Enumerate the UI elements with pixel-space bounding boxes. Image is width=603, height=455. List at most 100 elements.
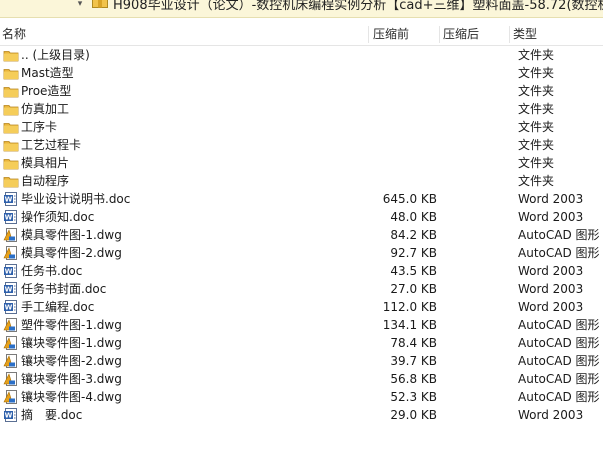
file-size: 645.0 KB [382, 192, 437, 206]
file-type: 文件夹 [518, 138, 555, 152]
word-doc-icon: W [3, 191, 19, 207]
file-list: .. (上级目录) 文件夹 Mast造型 文件夹 Proe造型 文件夹 仿真加工 文件夹 工序卡… [0, 46, 603, 424]
file-list-row[interactable]: W 毕业设计说明书.doc 645.0 KB Word 2003 [0, 190, 603, 208]
file-list-row[interactable]: W 任务书封面.doc 27.0 KB Word 2003 [0, 280, 603, 298]
autocad-dwg-icon [3, 335, 19, 351]
file-list-row[interactable]: 工序卡 文件夹 [0, 118, 603, 136]
folder-icon [3, 101, 19, 117]
file-name: 工序卡 [21, 120, 58, 134]
file-name: 摘 要.doc [21, 408, 83, 422]
file-type: Word 2003 [518, 300, 584, 314]
word-doc-icon: W [3, 407, 19, 423]
file-name: 模具零件图-1.dwg [21, 228, 122, 242]
file-list-row[interactable]: Proe造型 文件夹 [0, 82, 603, 100]
file-type: AutoCAD 图形 [518, 372, 600, 386]
file-name: 镶块零件图-4.dwg [21, 390, 122, 404]
file-name: 工艺过程卡 [21, 138, 82, 152]
file-name: 镶块零件图-2.dwg [21, 354, 122, 368]
folder-icon [3, 155, 19, 171]
file-name: 镶块零件图-3.dwg [21, 372, 122, 386]
file-name: 塑件零件图-1.dwg [21, 318, 122, 332]
file-list-row[interactable]: Mast造型 文件夹 [0, 64, 603, 82]
file-list-row[interactable]: .. (上级目录) 文件夹 [0, 46, 603, 64]
file-name: 模具相片 [21, 156, 70, 170]
file-size: 48.0 KB [390, 210, 437, 224]
file-type: 文件夹 [518, 156, 555, 170]
file-type: AutoCAD 图形 [518, 390, 600, 404]
column-divider[interactable] [368, 26, 369, 43]
file-size: 112.0 KB [382, 300, 437, 314]
file-list-row[interactable]: 镶块零件图-2.dwg 39.7 KB AutoCAD 图形 [0, 352, 603, 370]
file-type: Word 2003 [518, 282, 584, 296]
file-size: 29.0 KB [390, 408, 437, 422]
file-list-row[interactable]: 镶块零件图-4.dwg 52.3 KB AutoCAD 图形 [0, 388, 603, 406]
svg-text:W: W [5, 412, 13, 420]
autocad-dwg-icon [3, 389, 19, 405]
file-type: 文件夹 [518, 84, 555, 98]
column-header-compressed[interactable]: 压缩前 [371, 24, 439, 45]
word-doc-icon: W [3, 281, 19, 297]
file-type: AutoCAD 图形 [518, 228, 600, 242]
file-size: 39.7 KB [390, 354, 437, 368]
dropdown-arrow-icon[interactable]: ▾ [74, 0, 86, 10]
column-divider[interactable] [439, 26, 440, 43]
file-list-row[interactable]: 仿真加工 文件夹 [0, 100, 603, 118]
file-list-row[interactable]: 模具相片 文件夹 [0, 154, 603, 172]
file-size: 27.0 KB [390, 282, 437, 296]
archive-icon [92, 0, 108, 8]
folder-icon [3, 47, 19, 63]
folder-icon [3, 119, 19, 135]
folder-icon [3, 137, 19, 153]
word-doc-icon: W [3, 299, 19, 315]
title-bar: ▾ H908毕业设计（论文）-数控机床编程实例分析【cad+三维】塑料面盖-58… [0, 0, 603, 18]
folder-icon [3, 65, 19, 81]
file-type: 文件夹 [518, 120, 555, 134]
file-list-row[interactable]: 工艺过程卡 文件夹 [0, 136, 603, 154]
file-name: 仿真加工 [21, 102, 70, 116]
file-type: 文件夹 [518, 48, 555, 62]
file-list-row[interactable]: 镶块零件图-3.dwg 56.8 KB AutoCAD 图形 [0, 370, 603, 388]
word-doc-icon: W [3, 263, 19, 279]
column-header-uncompressed[interactable]: 压缩后 [441, 24, 509, 45]
file-list-row[interactable]: 自动程序 文件夹 [0, 172, 603, 190]
file-name: 操作须知.doc [21, 210, 95, 224]
file-name: .. (上级目录) [21, 48, 90, 62]
file-size: 134.1 KB [382, 318, 437, 332]
autocad-dwg-icon [3, 227, 19, 243]
file-type: AutoCAD 图形 [518, 318, 600, 332]
file-name: 自动程序 [21, 174, 70, 188]
file-list-row[interactable]: W 摘 要.doc 29.0 KB Word 2003 [0, 406, 603, 424]
file-list-row[interactable]: 模具零件图-2.dwg 92.7 KB AutoCAD 图形 [0, 244, 603, 262]
file-size: 92.7 KB [390, 246, 437, 260]
svg-text:W: W [5, 304, 13, 312]
autocad-dwg-icon [3, 371, 19, 387]
svg-text:W: W [5, 286, 13, 294]
file-list-row[interactable]: W 任务书.doc 43.5 KB Word 2003 [0, 262, 603, 280]
file-type: 文件夹 [518, 66, 555, 80]
svg-text:W: W [5, 214, 13, 222]
window-title: H908毕业设计（论文）-数控机床编程实例分析【cad+三维】塑料面盖-58.7… [113, 0, 603, 13]
file-list-row[interactable]: W 操作须知.doc 48.0 KB Word 2003 [0, 208, 603, 226]
file-list-row[interactable]: 镶块零件图-1.dwg 78.4 KB AutoCAD 图形 [0, 334, 603, 352]
file-type: Word 2003 [518, 192, 584, 206]
file-type: Word 2003 [518, 264, 584, 278]
column-header-type[interactable]: 类型 [511, 24, 603, 45]
file-name: Mast造型 [21, 66, 74, 80]
file-name: 镶块零件图-1.dwg [21, 336, 122, 350]
autocad-dwg-icon [3, 245, 19, 261]
file-name: 模具零件图-2.dwg [21, 246, 122, 260]
file-list-row[interactable]: 模具零件图-1.dwg 84.2 KB AutoCAD 图形 [0, 226, 603, 244]
file-list-row[interactable]: 塑件零件图-1.dwg 134.1 KB AutoCAD 图形 [0, 316, 603, 334]
file-type: Word 2003 [518, 408, 584, 422]
file-size: 56.8 KB [390, 372, 437, 386]
file-name: 手工编程.doc [21, 300, 95, 314]
column-divider[interactable] [509, 26, 510, 43]
file-type: AutoCAD 图形 [518, 336, 600, 350]
file-list-row[interactable]: W 手工编程.doc 112.0 KB Word 2003 [0, 298, 603, 316]
word-doc-icon: W [3, 209, 19, 225]
folder-icon [3, 83, 19, 99]
archive-window: ▾ H908毕业设计（论文）-数控机床编程实例分析【cad+三维】塑料面盖-58… [0, 0, 603, 455]
file-name: 任务书封面.doc [21, 282, 107, 296]
column-header-name[interactable]: 名称 [0, 24, 368, 45]
file-type: AutoCAD 图形 [518, 354, 600, 368]
